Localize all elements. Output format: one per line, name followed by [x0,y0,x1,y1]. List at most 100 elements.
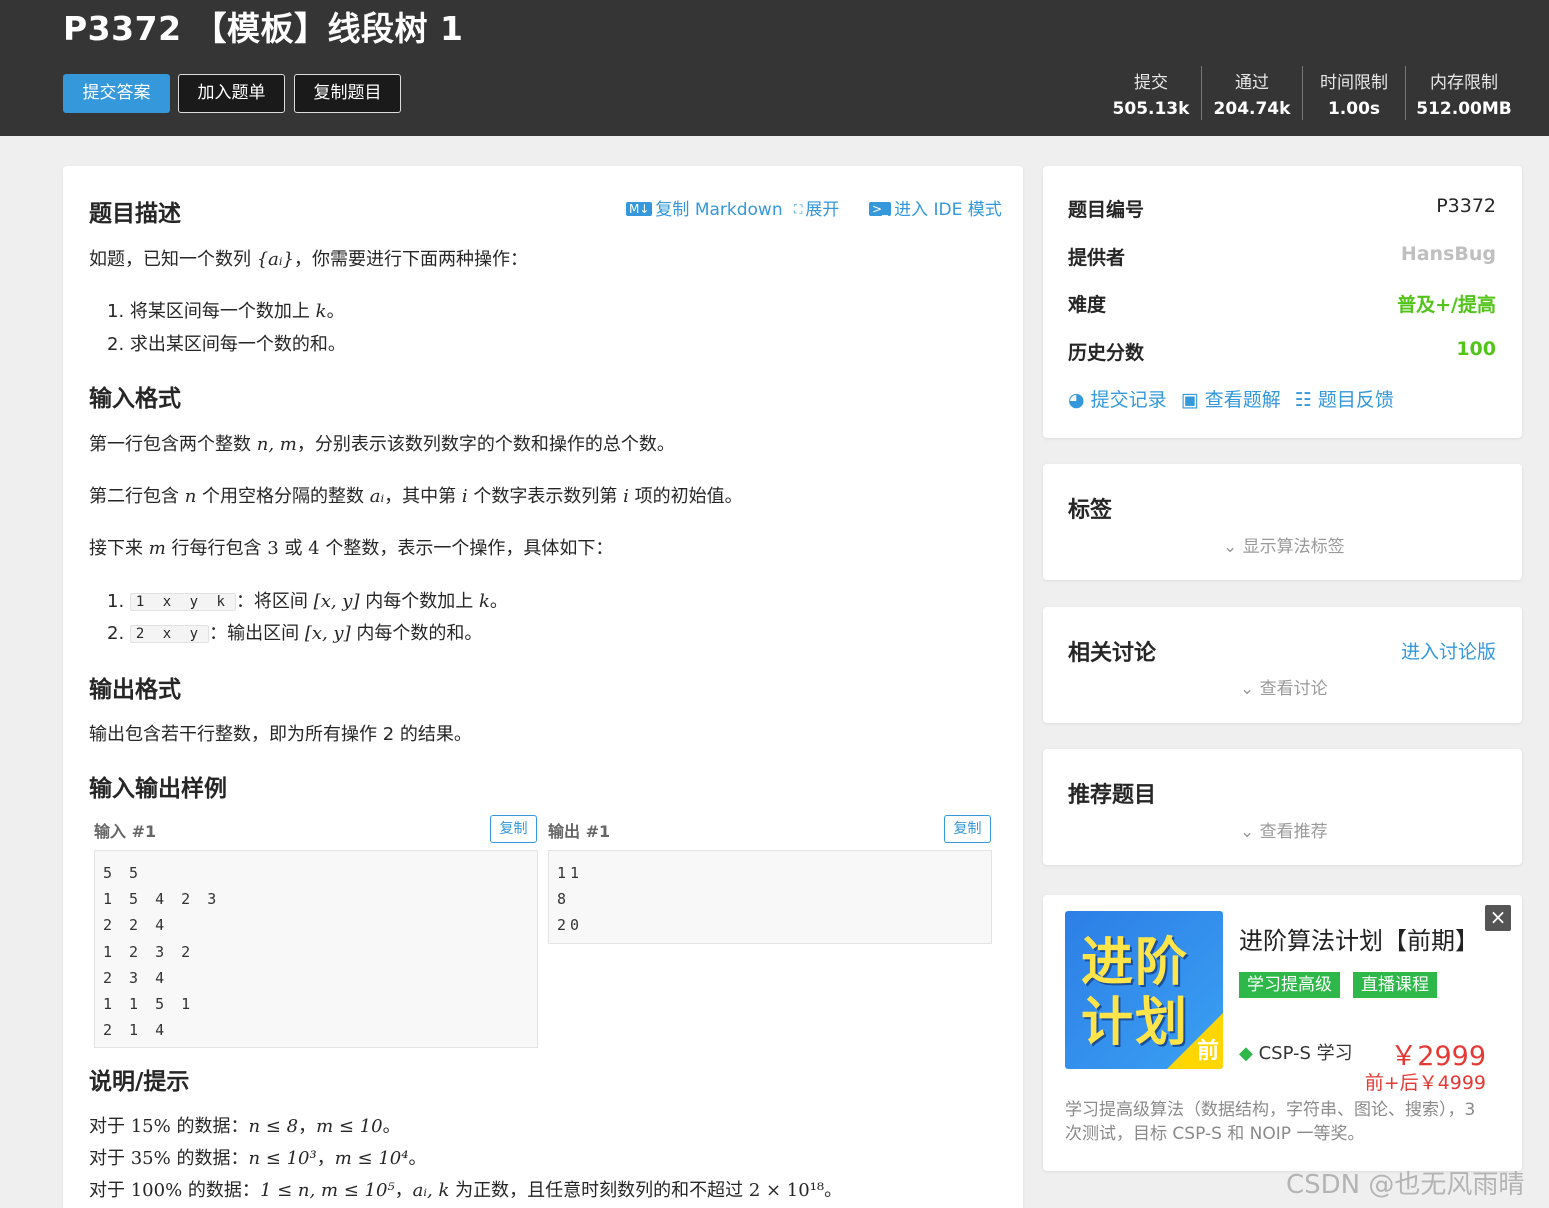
copy-output-button[interactable]: 复制 [944,815,991,843]
list-item: 2. 2 x y ：输出区间 [x, y] 内每个数的和。 [107,623,483,644]
expand-icon: ⛶ [794,202,803,216]
stat-label: 提交 [1134,73,1168,93]
copy-markdown-link[interactable]: M↓ 复制 Markdown [626,195,783,220]
ad-tag: 学习提高级 [1239,972,1340,998]
close-icon[interactable]: × [1485,905,1511,931]
sample-output-box[interactable]: 11 8 20 [548,850,992,944]
discussion-title: 相关讨论 [1068,641,1157,666]
stat-accepted: 通过 204.74k [1202,68,1302,119]
hint-heading: 说明/提示 [89,1069,190,1095]
problem-header: P3372 【模板】线段树 1 提交答案 加入题单 复制题目 提交 505.13… [0,0,1549,136]
ad-description: 学习提高级算法（数据结构，字符串、图论、搜索），3 次测试，目标 CSP-S 和… [1065,1100,1476,1144]
ad-price-bundle: 前+后￥4999 [1364,1072,1486,1094]
problem-feedback-link[interactable]: ☷ 题目反馈 [1295,389,1394,411]
ide-mode-link[interactable]: >_ 进入 IDE 模式 [869,195,1002,220]
enter-discussion-link[interactable]: 进入讨论版 [1401,637,1496,664]
history-score-value: 100 [1456,338,1496,360]
sample-line: 5 5 [103,864,143,882]
problem-id-value: P3372 [1436,195,1496,217]
tag-icon: ◆ [1239,1043,1253,1064]
copy-markdown-label: 复制 Markdown [655,200,783,220]
discussion-card: 相关讨论 进入讨论版 ⌄ 查看讨论 [1043,607,1522,723]
input-format-line-1: 第一行包含两个整数 n, m，分别表示该数列数字的个数和操作的总个数。 [89,434,675,455]
info-key: 难度 [1068,294,1107,316]
ad-image-text: 进阶 [1081,933,1190,993]
ad-image-corner-text: 前 [1196,1039,1219,1064]
output-format-text: 输出包含若干行整数，即为所有操作 2 的结果。 [89,724,472,745]
stat-divider [1302,66,1303,120]
inline-code: 2 x y [129,625,210,643]
stat-value: 204.74k [1213,99,1291,119]
sample-line: 2 1 4 [103,1021,169,1040]
sample-output-label: 输出 #1 [548,822,611,841]
tags-card: 标签 ⌄ 显示算法标签 [1043,464,1522,580]
sample-line: 1 1 5 1 [103,995,195,1014]
hint-line-2: 对于 35% 的数据：n ≤ 10³，m ≤ 10⁴。 [89,1148,427,1169]
course-ad[interactable]: 进阶 计划 前 进阶算法计划【前期】 学习提高级 直播课程 ◆ CSP-S 学习… [1043,895,1522,1171]
stat-label: 时间限制 [1320,73,1388,93]
problem-content-card: M↓ 复制 Markdown ⛶ 展开 >_ 进入 IDE 模式 题目描述 如题，已知… [63,166,1023,1208]
sample-input-box[interactable]: 5 5 1 5 4 2 3 2 2 4 1 2 3 2 2 3 4 1 1 5 … [94,850,538,1048]
ad-title[interactable]: 进阶算法计划【前期】 [1239,921,1479,956]
copy-problem-button[interactable]: 复制题目 [294,74,401,113]
math-inline: k [315,301,327,322]
output-format-heading: 输出格式 [89,677,181,703]
math-inline: {aᵢ} [256,249,294,270]
list-item: 2. 求出某区间每一个数的和。 [107,334,346,355]
provider-value[interactable]: HansBug [1401,243,1496,265]
list-icon: ☷ [1294,389,1312,411]
sample-line: 1 2 3 2 [103,942,195,961]
stat-value: 512.00MB [1416,99,1512,119]
input-format-line-2: 第二行包含 n 个用空格分隔的整数 aᵢ，其中第 i 个数字表示数列第 i 项的… [89,486,743,507]
sample-line: 2 2 4 [103,916,169,935]
expand-link[interactable]: ⛶ 展开 [794,195,839,220]
stat-divider [1405,66,1406,120]
stat-value: 505.13k [1112,99,1190,119]
stat-label: 通过 [1235,73,1269,93]
info-key: 历史分数 [1068,342,1145,364]
course-ad-image[interactable]: 进阶 计划 前 [1065,911,1223,1069]
chevron-down-icon: ⌄ [1223,537,1238,557]
chevron-down-icon: ⌄ [1240,679,1255,699]
ide-mode-label: 进入 IDE 模式 [894,200,1002,220]
stat-time-limit: 时间限制 1.00s [1304,68,1404,119]
stat-submissions: 提交 505.13k [1101,68,1201,119]
submit-answer-button[interactable]: 提交答案 [63,74,170,113]
add-to-list-button[interactable]: 加入题单 [178,74,285,113]
info-key: 题目编号 [1068,199,1145,221]
inline-code: 1 x y k [129,593,236,611]
stat-memory-limit: 内存限制 512.00MB [1414,68,1514,119]
description-intro: 如题，已知一个数列 {aᵢ}，你需要进行下面两种操作： [89,249,528,270]
problem-info-card: 题目编号 P3372 提供者 HansBug 难度 普及+/提高 历史分数 10… [1043,166,1522,438]
watermark: CSDN @也无风雨晴 [1286,1170,1525,1200]
recommend-title: 推荐题目 [1068,783,1157,808]
show-tags-toggle[interactable]: ⌄ 显示算法标签 [1223,532,1345,557]
ad-category: ◆ CSP-S 学习 [1239,1043,1353,1064]
difficulty-value: 普及+/提高 [1397,294,1496,316]
copy-input-button[interactable]: 复制 [490,815,537,843]
input-format-line-3: 接下来 m 行每行包含 3 或 4 个整数，表示一个操作，具体如下： [89,538,614,559]
input-format-heading: 输入格式 [89,386,181,412]
markdown-icon: M↓ [626,202,653,216]
sample-line: 2 3 4 [103,968,169,987]
sample-line: 8 [557,890,571,909]
submission-records-link[interactable]: ◕ 提交记录 [1068,389,1167,411]
view-recommend-toggle[interactable]: ⌄ 查看推荐 [1240,817,1328,842]
sample-line: 1 5 4 2 3 [103,890,221,909]
view-discussion-toggle[interactable]: ⌄ 查看讨论 [1240,674,1328,699]
sample-line: 20 [557,916,584,935]
info-links: ◕ 提交记录 ▣ 查看题解 ☷ 题目反馈 [1068,385,1394,412]
stat-value: 1.00s [1327,99,1381,119]
list-item: 1. 将某区间每一个数加上 k。 [107,301,345,322]
ad-tag: 直播课程 [1353,972,1437,998]
hint-line-3: 对于 100% 的数据：1 ≤ n, m ≤ 10⁵，aᵢ, k 为正数，且任意… [89,1180,843,1201]
sample-line: 11 [557,864,584,882]
book-icon: ▣ [1180,389,1199,411]
hint-line-1: 对于 15% 的数据：n ≤ 8，m ≤ 10。 [89,1116,401,1137]
sample-input-label: 输入 #1 [94,822,157,841]
expand-label: 展开 [805,200,840,220]
stat-label: 内存限制 [1430,73,1498,93]
view-solutions-link[interactable]: ▣ 查看题解 [1181,389,1281,411]
pie-chart-icon: ◕ [1068,389,1085,411]
description-heading: 题目描述 [89,201,181,227]
